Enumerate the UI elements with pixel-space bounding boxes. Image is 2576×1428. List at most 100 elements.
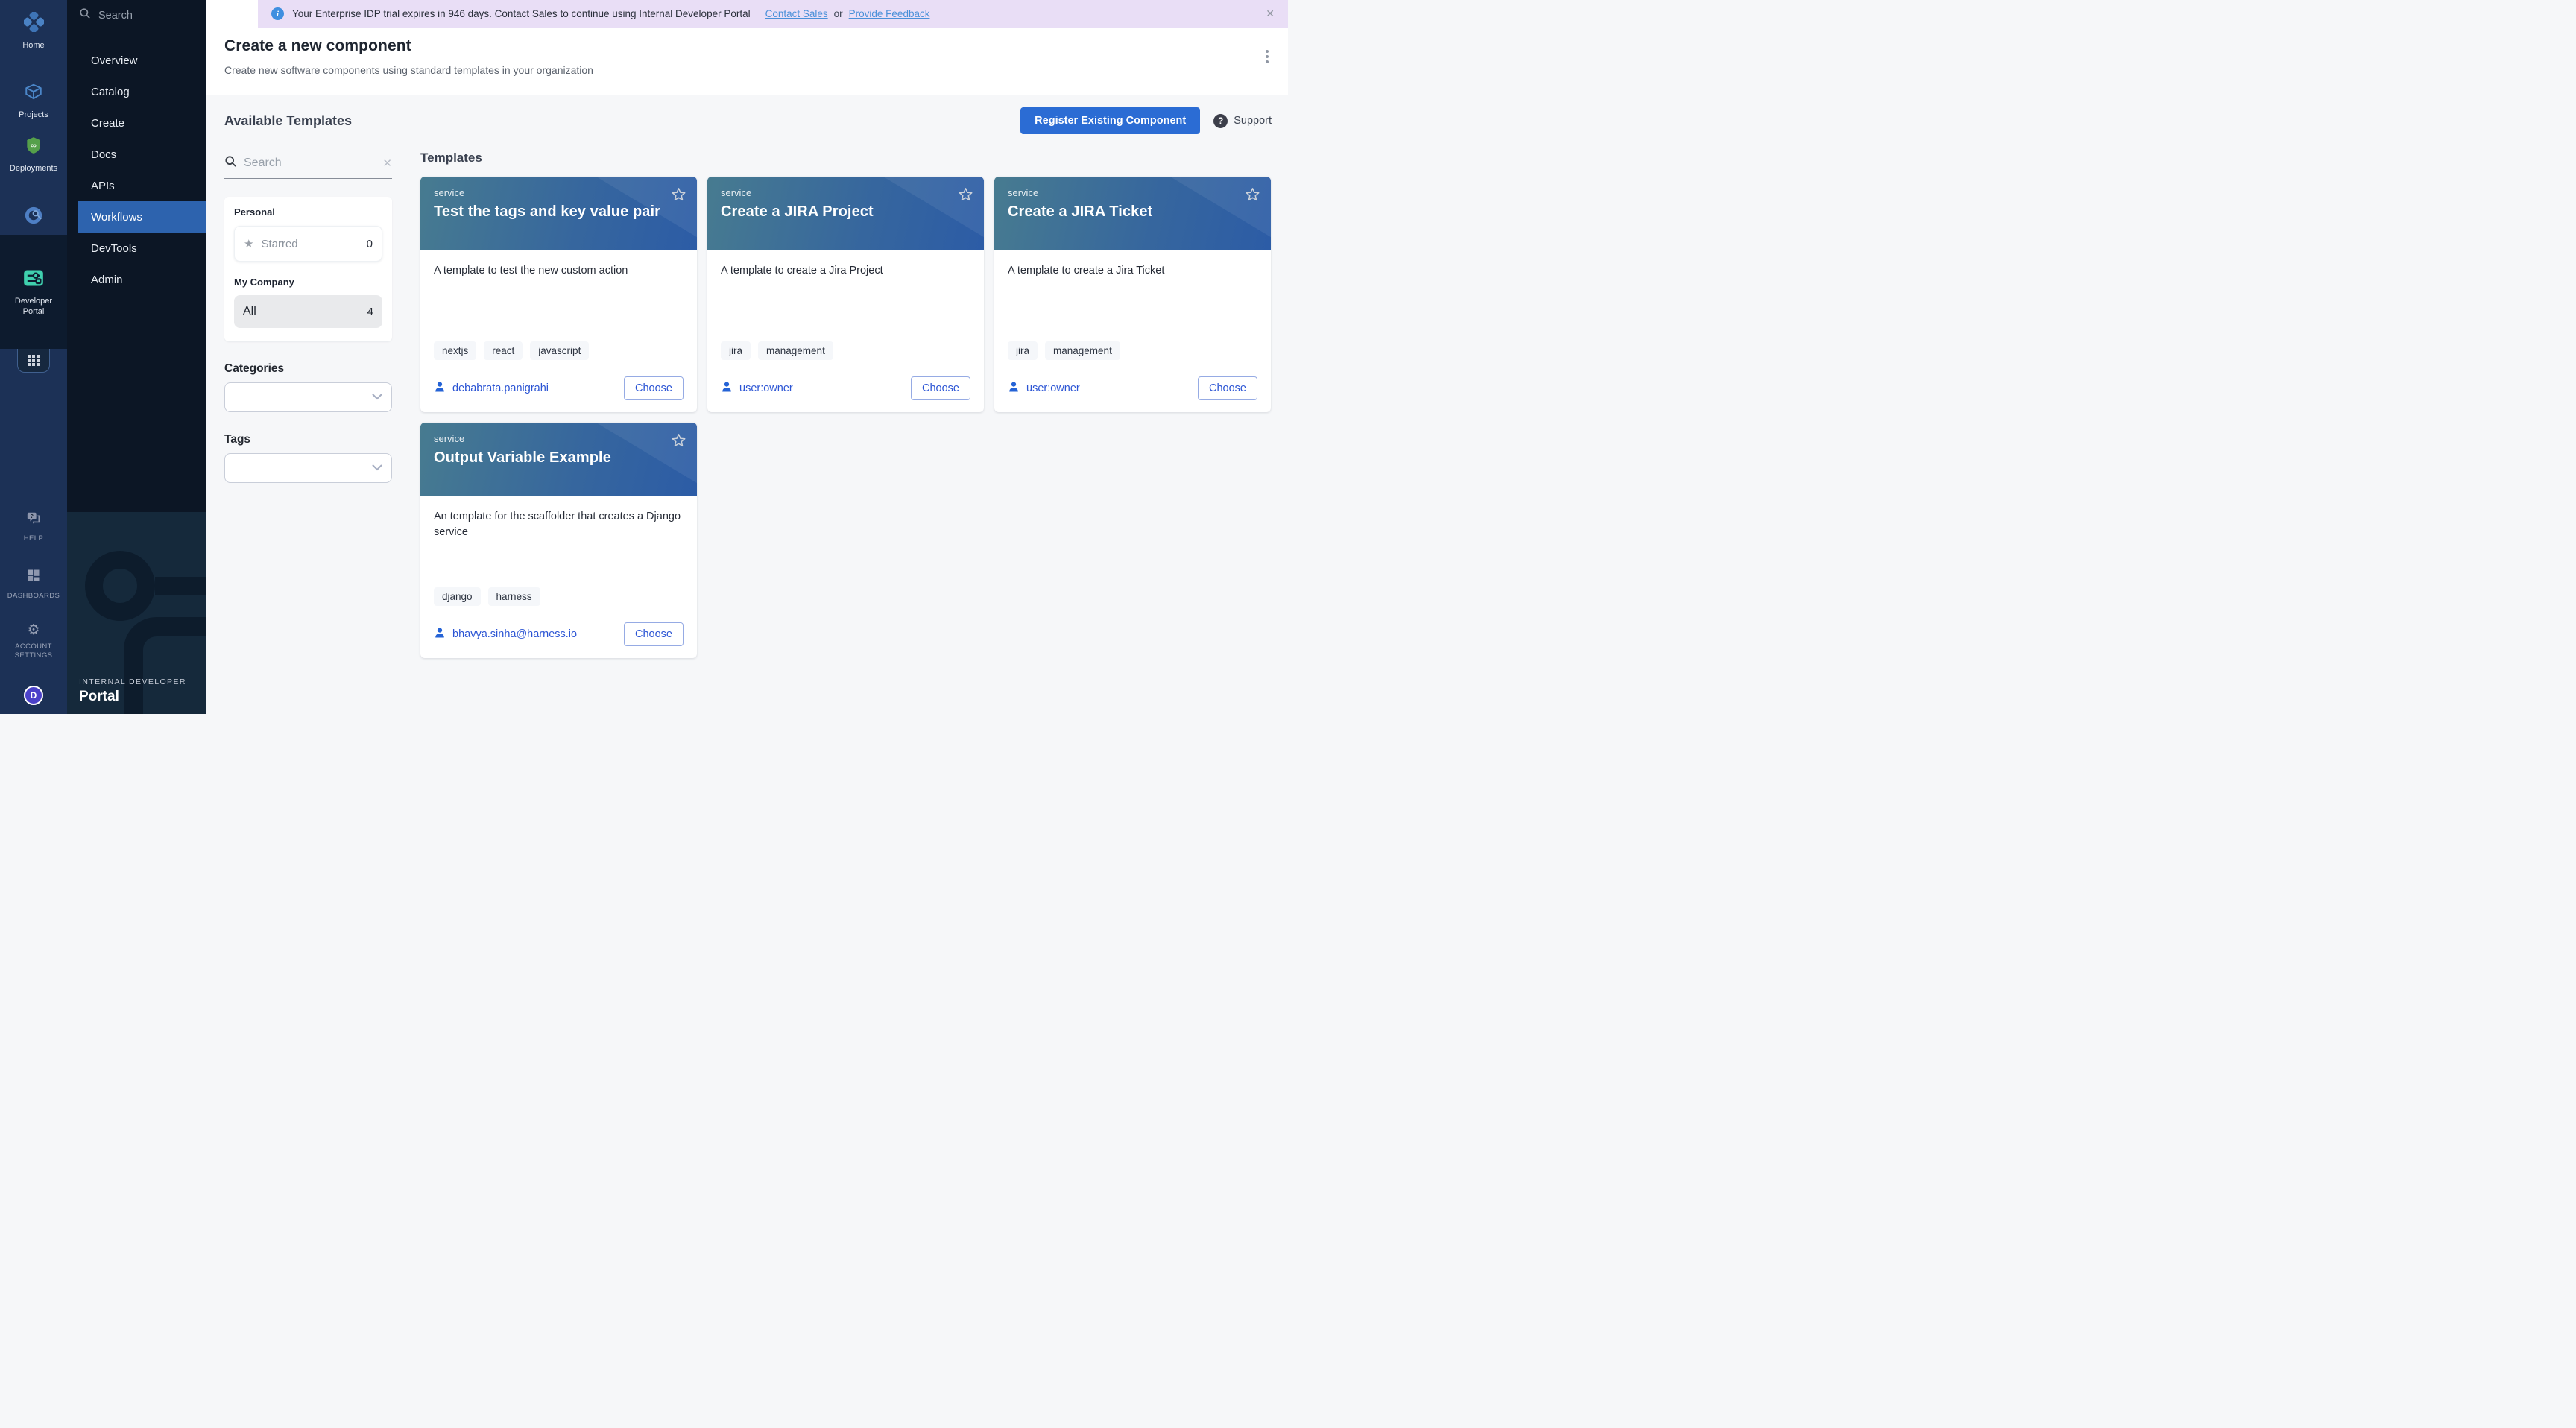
section-heading: Available Templates (224, 113, 352, 129)
template-card: service Test the tags and key value pair… (420, 177, 697, 412)
deployments-icon: ∞ (24, 136, 43, 159)
clear-search-icon[interactable]: ✕ (382, 157, 392, 170)
banner-close-icon[interactable]: ✕ (1266, 7, 1275, 20)
starred-filter-row[interactable]: ★ Starred 0 (234, 226, 382, 262)
choose-button[interactable]: Choose (624, 376, 684, 400)
template-search-input[interactable] (244, 157, 376, 170)
categories-label: Categories (224, 362, 392, 376)
brand-block: INTERNAL DEVELOPER Portal (79, 677, 186, 705)
support-button[interactable]: ? Support (1213, 114, 1272, 128)
templates-toolbar: Available Templates Register Existing Co… (206, 95, 1288, 139)
sidebar-item-overview[interactable]: Overview (67, 45, 206, 76)
register-existing-component-button[interactable]: Register Existing Component (1020, 107, 1200, 134)
brand-title: Portal (79, 689, 186, 705)
brand-eyebrow: INTERNAL DEVELOPER (79, 677, 186, 686)
choose-button[interactable]: Choose (1198, 376, 1257, 400)
card-header: service Create a JIRA Ticket (994, 177, 1271, 250)
module-label: DASHBOARDS (7, 592, 60, 601)
tag-chip: management (758, 341, 833, 360)
card-type: service (434, 433, 684, 444)
banner-separator: or (834, 8, 843, 19)
sidebar-item-projects[interactable]: Projects (0, 82, 67, 121)
choose-button[interactable]: Choose (911, 376, 970, 400)
main-area: i Your Enterprise IDP trial expires in 9… (206, 0, 1288, 714)
card-footer: user:owner Choose (1008, 376, 1257, 400)
person-icon (434, 381, 446, 397)
sidebar-item-deployments[interactable]: ∞ Deployments (0, 136, 67, 174)
sidebar-item-apis[interactable]: APIs (67, 170, 206, 201)
help-chat-icon: ? (25, 511, 42, 529)
card-type: service (721, 187, 970, 198)
sidebar-item-admin[interactable]: Admin (67, 264, 206, 295)
card-header: service Output Variable Example (420, 423, 697, 496)
card-tags: jira management (721, 341, 970, 360)
star-outline-icon[interactable] (1244, 186, 1261, 207)
question-icon: ? (1213, 114, 1228, 128)
work-area: Available Templates Register Existing Co… (206, 95, 1288, 714)
svg-text:?: ? (31, 513, 34, 519)
person-icon (1008, 381, 1020, 397)
card-header: service Test the tags and key value pair (420, 177, 697, 250)
tags-label: Tags (224, 433, 392, 446)
tags-select[interactable] (224, 453, 392, 483)
sidebar-item-workflows[interactable]: Workflows (78, 201, 206, 233)
template-search[interactable]: ✕ (224, 155, 392, 179)
trial-banner: i Your Enterprise IDP trial expires in 9… (258, 0, 1288, 28)
module-nav: Home Projects ∞ Deployments (0, 0, 67, 714)
sidebar-item-catalog[interactable]: Catalog (67, 76, 206, 107)
svg-text:∞: ∞ (31, 141, 37, 150)
all-label: All (243, 305, 256, 318)
page-subtitle: Create new software components using sta… (224, 64, 1288, 76)
sidebar-item-docs[interactable]: Docs (67, 139, 206, 170)
gear-icon: ⚙ (27, 623, 40, 637)
card-owner-link[interactable]: bhavya.sinha@harness.io (452, 628, 577, 640)
sidebar-item-help[interactable]: ? HELP (0, 511, 67, 543)
page-header: Create a new component Create new softwa… (206, 28, 1288, 95)
template-card: service Create a JIRA Ticket A template … (994, 177, 1271, 412)
tag-chip: harness (488, 587, 540, 606)
search-icon (224, 155, 237, 171)
star-outline-icon[interactable] (670, 432, 687, 453)
banner-text: Your Enterprise IDP trial expires in 946… (292, 8, 751, 19)
tag-chip: nextjs (434, 341, 476, 360)
sidebar-item-create[interactable]: Create (67, 107, 206, 139)
categories-select[interactable] (224, 382, 392, 412)
sidebar-item-devtools[interactable]: DevTools (67, 233, 206, 264)
sidebar-item-account-settings[interactable]: ⚙ ACCOUNT SETTINGS (0, 623, 67, 660)
card-type: service (434, 187, 684, 198)
card-owner-link[interactable]: debabrata.panigrahi (452, 382, 549, 394)
my-company-label: My Company (234, 277, 382, 288)
choose-button[interactable]: Choose (624, 622, 684, 646)
templates-heading: Templates (420, 151, 1271, 165)
decorative-bar (155, 577, 206, 595)
support-label: Support (1234, 115, 1272, 127)
module-switcher-button[interactable] (17, 349, 50, 373)
card-body: A template to create a Jira Ticket jira … (994, 250, 1271, 412)
card-body: An template for the scaffolder that crea… (420, 496, 697, 658)
sidebar-search-input[interactable] (98, 10, 173, 22)
all-filter-row[interactable]: All 4 (234, 295, 382, 328)
template-card: service Create a JIRA Project A template… (707, 177, 984, 412)
user-avatar[interactable]: D (24, 686, 43, 705)
sidebar-item-dashboards[interactable]: DASHBOARDS (0, 568, 67, 601)
sidebar-item-home[interactable]: Home (0, 12, 67, 51)
star-outline-icon[interactable] (957, 186, 974, 207)
card-title: Output Variable Example (434, 449, 684, 467)
card-owner-link[interactable]: user:owner (1026, 382, 1080, 394)
contact-sales-link[interactable]: Contact Sales (765, 8, 828, 19)
cube-icon (24, 82, 43, 105)
provide-feedback-link[interactable]: Provide Feedback (849, 8, 930, 19)
kebab-menu-icon[interactable] (1263, 45, 1272, 68)
card-tags: nextjs react javascript (434, 341, 684, 360)
tag-chip: django (434, 587, 481, 606)
info-icon: i (271, 7, 284, 20)
star-outline-icon[interactable] (670, 186, 687, 207)
sidebar-search[interactable] (79, 7, 194, 31)
idp-sidebar: Overview Catalog Create Docs APIs Workfl… (67, 0, 206, 714)
card-owner-link[interactable]: user:owner (739, 382, 793, 394)
card-description: A template to create a Jira Project (721, 263, 970, 279)
ownership-filter-card: Personal ★ Starred 0 My Company All 4 (224, 197, 392, 341)
developer-portal-icon (23, 268, 44, 291)
sidebar-item-developer-portal[interactable]: Developer Portal (0, 268, 67, 317)
chevron-down-icon (372, 464, 382, 471)
